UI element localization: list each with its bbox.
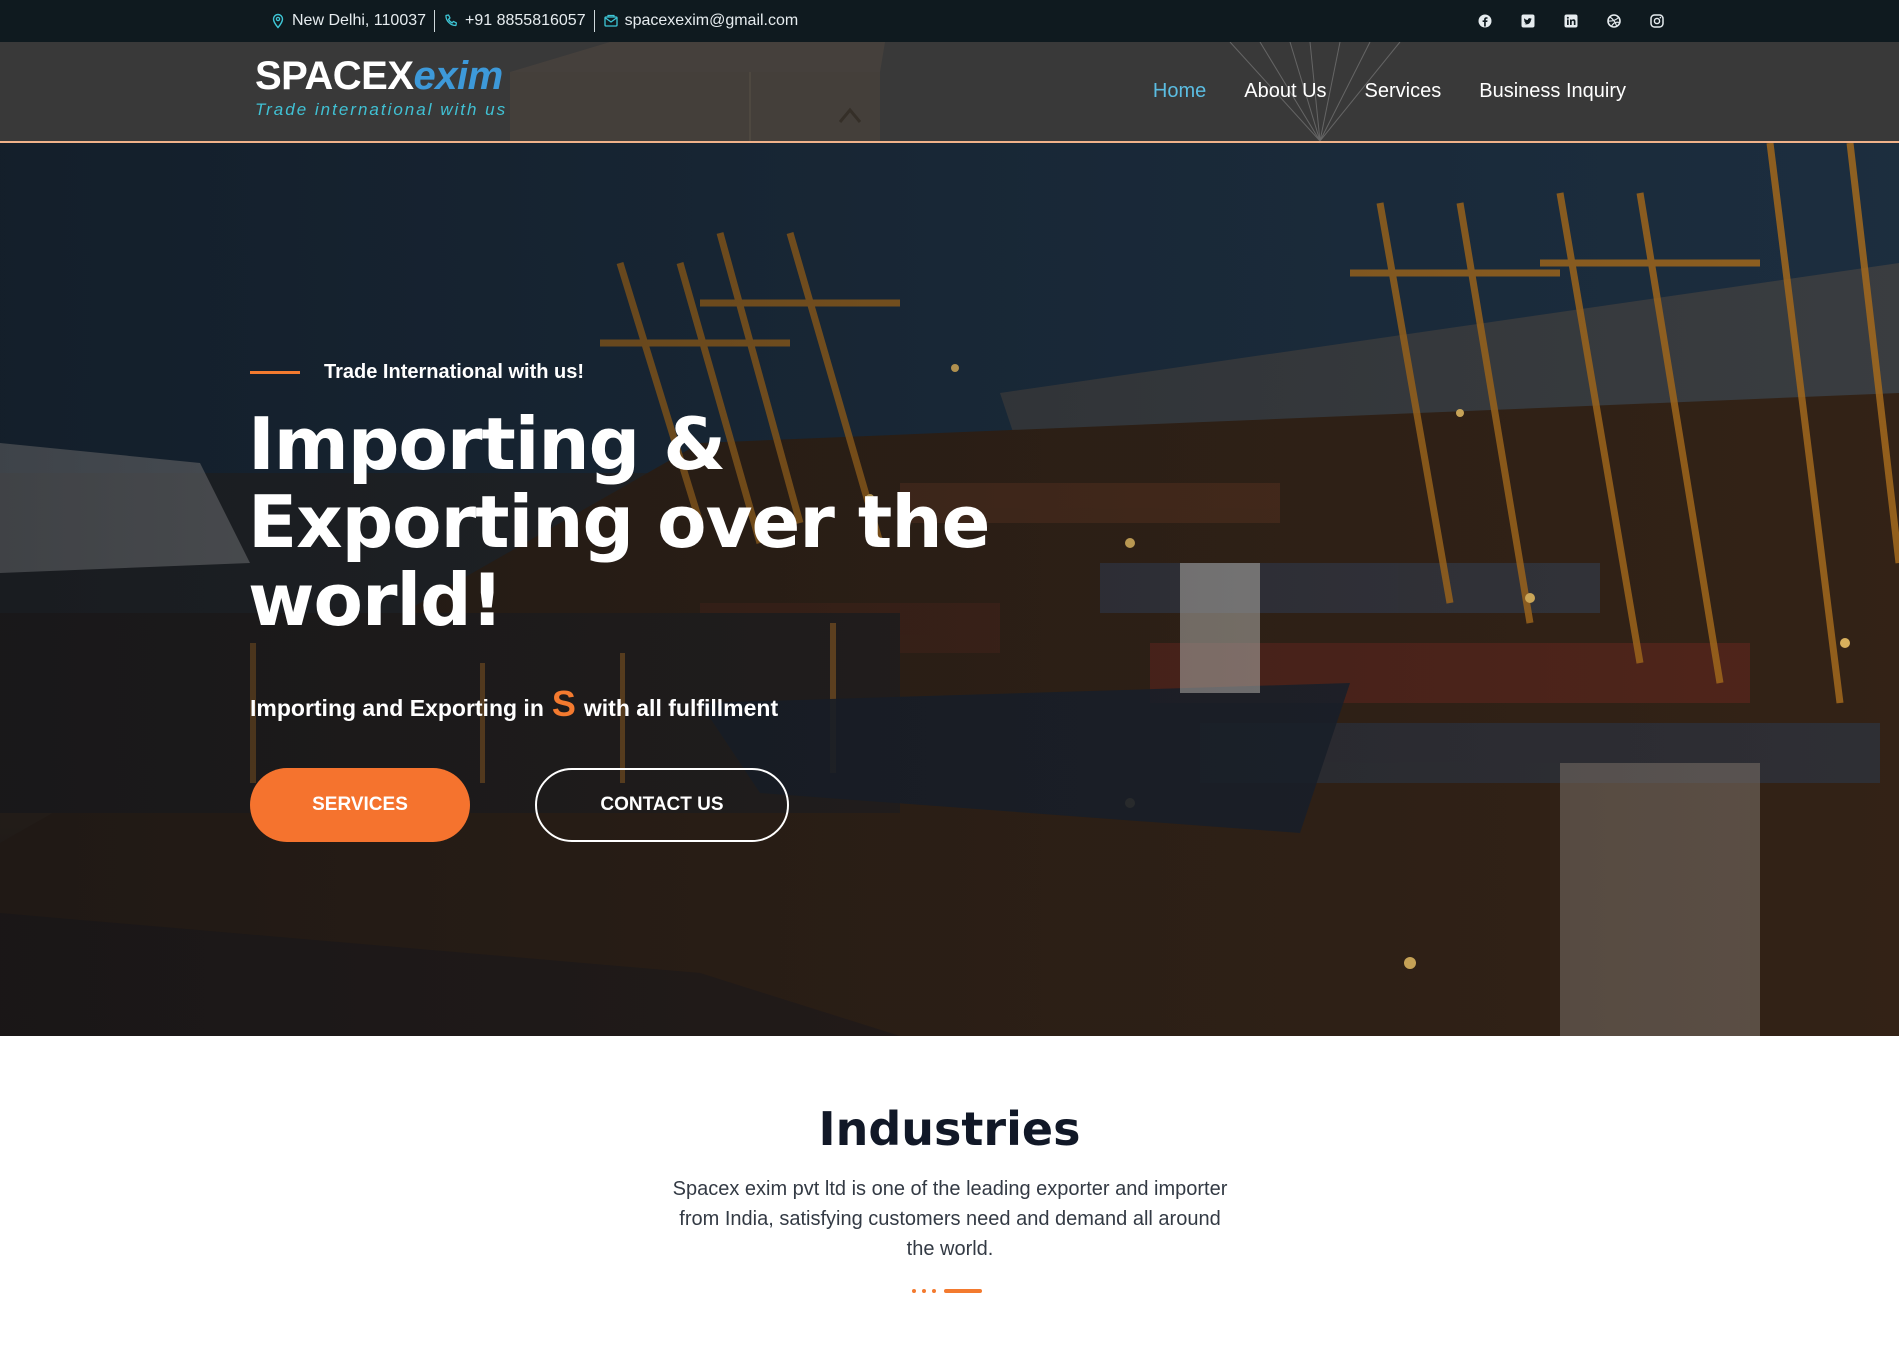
subline-text: Importing and Exporting in: [250, 695, 544, 721]
email-item[interactable]: spacexexim@gmail.com: [595, 10, 807, 32]
hero-headline: Importing & Exporting over the world!: [248, 405, 1008, 639]
site-logo[interactable]: SPACEXexim Trade international with us: [255, 54, 507, 120]
hero-kicker: Trade International with us!: [250, 361, 584, 384]
divider-line: [944, 1289, 982, 1293]
main-nav: Home About Us Services Business Inquiry: [1153, 42, 1626, 141]
location-icon: [272, 13, 284, 29]
logo-tagline: Trade international with us: [255, 100, 508, 119]
nav-services[interactable]: Services: [1365, 80, 1442, 103]
dribbble-icon[interactable]: [1607, 14, 1621, 28]
services-button[interactable]: SERVICES: [250, 768, 470, 842]
headline-line: Exporting over the: [248, 480, 990, 564]
background-graphic: [510, 42, 885, 141]
nav-about-us[interactable]: About Us: [1244, 80, 1326, 103]
email-icon: [603, 14, 618, 27]
contact-us-button[interactable]: CONTACT US: [535, 768, 789, 842]
hero-section: Trade International with us! Importing &…: [0, 143, 1899, 1036]
subline-typed-highlight: S: [551, 683, 576, 724]
subline-text: with all fulfillment: [583, 695, 779, 721]
section-description: Spacex exim pvt ltd is one of the leadin…: [672, 1178, 1228, 1260]
contact-info: New Delhi, 110037 +91 8855816057 spacexe…: [262, 0, 806, 42]
divider-dot: [922, 1289, 926, 1293]
linkedin-icon[interactable]: [1564, 14, 1578, 28]
hero-subline: Importing and Exporting in S with all fu…: [250, 683, 778, 725]
phone-item[interactable]: +91 8855816057: [435, 10, 594, 32]
site-header: SPACEXexim Trade international with us H…: [0, 42, 1899, 143]
phone-text[interactable]: +91 8855816057: [465, 12, 586, 30]
industries-section: Industries Spacex exim pvt ltd is one of…: [0, 1036, 1899, 1360]
section-title: Industries: [818, 1102, 1081, 1156]
kicker-line: [250, 371, 300, 374]
email-text[interactable]: spacexexim@gmail.com: [625, 12, 799, 30]
section-divider: [912, 1289, 982, 1293]
headline-line: world!: [248, 558, 504, 642]
top-bar: New Delhi, 110037 +91 8855816057 spacexe…: [0, 0, 1899, 42]
divider-dot: [932, 1289, 936, 1293]
address-item: New Delhi, 110037: [262, 10, 434, 32]
nav-business-inquiry[interactable]: Business Inquiry: [1479, 80, 1626, 103]
nav-home[interactable]: Home: [1153, 80, 1206, 103]
divider-dot: [912, 1289, 916, 1293]
social-links: [1478, 0, 1664, 42]
kicker-text: Trade International with us!: [324, 361, 585, 383]
address-text: New Delhi, 110037: [292, 12, 427, 29]
instagram-icon[interactable]: [1650, 14, 1664, 28]
headline-line: Importing &: [248, 402, 726, 486]
facebook-icon[interactable]: [1478, 14, 1492, 28]
logo-wordmark: SPACEXexim: [255, 54, 503, 98]
phone-icon: [445, 14, 458, 27]
twitter-icon[interactable]: [1521, 14, 1535, 28]
